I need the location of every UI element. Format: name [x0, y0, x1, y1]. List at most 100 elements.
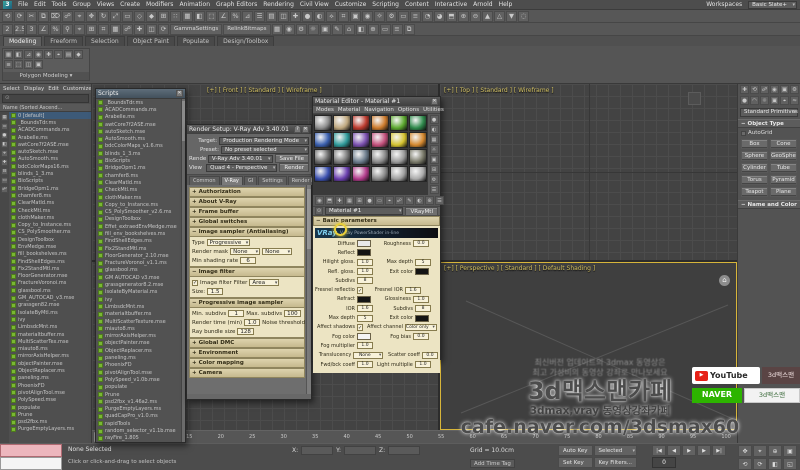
param-control[interactable]: None — [353, 351, 384, 359]
toolbar-icon[interactable]: ⊿ — [242, 10, 253, 22]
command-panel-tab-icon[interactable]: ◉ — [770, 85, 779, 94]
list-item[interactable]: IsolateByMaterial.ms — [96, 289, 185, 296]
sample-tool-icon[interactable]: ⊞ — [429, 165, 439, 174]
menu-item[interactable]: Tools — [52, 1, 67, 8]
perspective-viewport-label[interactable]: [+] [ Perspective ] [ Standard ] [ Defau… — [444, 265, 595, 272]
list-item[interactable]: bdcColorMaps_v1.6.ms — [96, 143, 185, 150]
explorer-tool-icon[interactable]: ☰ — [1, 123, 8, 130]
list-item[interactable]: materialtbuffer.ms — [9, 331, 91, 338]
image-filter-checkbox[interactable]: ✓ — [192, 279, 198, 286]
ribbon-tab[interactable]: Design/Toolbox — [217, 36, 275, 46]
param-control[interactable]: 1.0 — [357, 342, 373, 350]
type-select[interactable]: Progressive — [206, 239, 251, 246]
list-item[interactable]: FindShellEdges.ms — [96, 238, 185, 245]
create-subcategory-icon[interactable]: ◠ — [750, 96, 759, 105]
toolbar-icon[interactable]: ⚙ — [295, 23, 307, 35]
param-control[interactable] — [357, 295, 371, 303]
renderer-select[interactable]: V-Ray Adv 3.40.01 — [207, 154, 273, 163]
sample-tool-icon[interactable]: ☰ — [429, 185, 439, 194]
toolbar-script-button[interactable]: GammaSettings — [170, 23, 223, 35]
viewport-nav-icon[interactable]: ◧ — [768, 458, 782, 470]
material-tool-icon[interactable]: ✚ — [335, 196, 344, 205]
menu-item[interactable]: Help — [499, 1, 513, 8]
param-control[interactable]: Color only — [405, 323, 437, 331]
scrollbar[interactable] — [181, 99, 185, 442]
material-tool-icon[interactable]: ☰ — [435, 196, 444, 205]
material-sample-sphere[interactable] — [333, 132, 351, 148]
list-item[interactable]: grassgenerator8.2.mse — [96, 281, 185, 288]
material-editor-menu-item[interactable]: Utilities — [423, 107, 444, 113]
list-item[interactable]: GM AUTOCAD v3.mse — [96, 274, 185, 281]
viewport-nav-icon[interactable]: ⊕ — [768, 445, 782, 457]
primitive-button[interactable]: Teapot — [741, 187, 768, 197]
render-time-field[interactable]: 1.0 — [244, 319, 261, 326]
z-coordinate-field[interactable] — [388, 446, 421, 455]
preset-select[interactable]: No preset selected — [221, 145, 309, 154]
ribbon-tab[interactable]: Populate — [176, 36, 216, 46]
list-item[interactable]: LimbsdcMnt.ms — [96, 303, 185, 310]
list-item[interactable]: Arabelle.ms — [96, 114, 185, 121]
menu-item[interactable]: Rendering — [263, 1, 294, 8]
ribbon-icon[interactable]: ◆ — [74, 50, 83, 59]
toolbar-icon[interactable]: ▤ — [266, 10, 277, 22]
primitive-button[interactable]: Cone — [770, 139, 797, 149]
primitive-button[interactable]: Tube — [770, 163, 797, 173]
top-viewport-label[interactable]: [+] [ Top ] [ Standard ] [ Wireframe ] — [444, 87, 554, 94]
sample-tool-icon[interactable]: ▣ — [429, 155, 439, 164]
menu-item[interactable]: Interactive — [435, 1, 467, 8]
render-mask-select[interactable]: None — [230, 248, 261, 255]
list-item[interactable]: PurgeEmptyLayers.ms — [96, 405, 185, 412]
list-item[interactable]: DesignToolbox — [96, 216, 185, 223]
explorer-menu-item[interactable]: Customize — [63, 86, 91, 92]
ribbon-tab[interactable]: Freeform — [44, 36, 84, 46]
list-item[interactable]: MultiScatterTex.mse — [9, 338, 91, 345]
rollout-header[interactable]: Basic parameters — [313, 216, 440, 226]
list-item[interactable]: awtCore7f2ASE.mse — [96, 121, 185, 128]
param-control[interactable]: 1.0 — [357, 361, 373, 368]
toolbar-icon[interactable]: ▦ — [110, 23, 121, 35]
list-item[interactable]: BioScripts — [96, 157, 185, 164]
list-item[interactable]: grassgen82.mse — [9, 302, 91, 309]
explorer-tool-icon[interactable]: ▦ — [1, 114, 8, 121]
maxscript-mini-listener-macro[interactable] — [0, 444, 62, 457]
viewcube[interactable] — [688, 92, 701, 105]
material-sample-sphere[interactable] — [390, 149, 408, 165]
list-item[interactable]: DesignToolbox — [9, 236, 91, 243]
toolbar-icon[interactable]: ◌ — [518, 10, 529, 22]
material-tool-icon[interactable]: ☍ — [395, 196, 404, 205]
command-panel-tab-icon[interactable]: ☍ — [760, 85, 769, 94]
toolbar-icon[interactable]: ⌗ — [338, 10, 349, 22]
ribbon-tab[interactable]: Selection — [85, 36, 125, 46]
toolbar-icon[interactable]: ⌦ — [50, 10, 61, 22]
toolbar-icon[interactable]: ✚ — [134, 23, 145, 35]
explorer-tool-icon[interactable]: ✚ — [1, 159, 8, 166]
list-item[interactable]: CS_PolySmoother_v2.6.ms — [96, 208, 185, 215]
rollout-header[interactable]: Environment — [189, 348, 305, 358]
menu-item[interactable]: Civil View — [300, 1, 329, 8]
ribbon-icon[interactable]: ◧ — [14, 50, 23, 59]
toolbar-icon[interactable]: ⟲ — [2, 10, 13, 22]
rollout-header[interactable]: Image filter — [189, 267, 305, 277]
toolbar-icon[interactable]: 2 — [2, 23, 13, 35]
list-item[interactable]: CheckMtl.ms — [9, 207, 91, 214]
sample-tool-icon[interactable]: ⚙ — [429, 175, 439, 184]
playback-button[interactable]: |◀ — [652, 445, 666, 456]
ribbon-tab[interactable]: Modeling — [3, 36, 43, 46]
ribbon-icon[interactable]: ⊿ — [24, 50, 33, 59]
list-item[interactable]: PolySpeed_v1.0b.mse — [96, 376, 185, 383]
list-item[interactable]: glassbool.ms — [9, 287, 91, 294]
rollout-header[interactable]: Global switches — [189, 217, 305, 227]
list-item[interactable]: mirrorAxisHelper.ms — [9, 353, 91, 360]
list-item[interactable]: CheckMtl.ms — [96, 187, 185, 194]
list-item[interactable]: quadCapPro_v1.0.ms — [96, 413, 185, 420]
material-sample-sphere[interactable] — [390, 132, 408, 148]
primitive-button[interactable]: Plane — [770, 187, 797, 197]
material-tool-icon[interactable]: ⊕ — [425, 196, 434, 205]
menu-item[interactable]: Graph Editors — [216, 1, 257, 8]
list-item[interactable]: Effet_extraedEnvMedge.mse — [96, 223, 185, 230]
list-item[interactable]: _BoundsTdr.ms — [9, 119, 91, 126]
toolbar-icon[interactable]: ◫ — [278, 10, 289, 22]
menu-item[interactable]: Edit — [34, 1, 46, 8]
list-item[interactable]: FractureVoronoi_v1.1.ms — [96, 260, 185, 267]
list-item[interactable]: FractureVoronoi.ms — [9, 280, 91, 287]
